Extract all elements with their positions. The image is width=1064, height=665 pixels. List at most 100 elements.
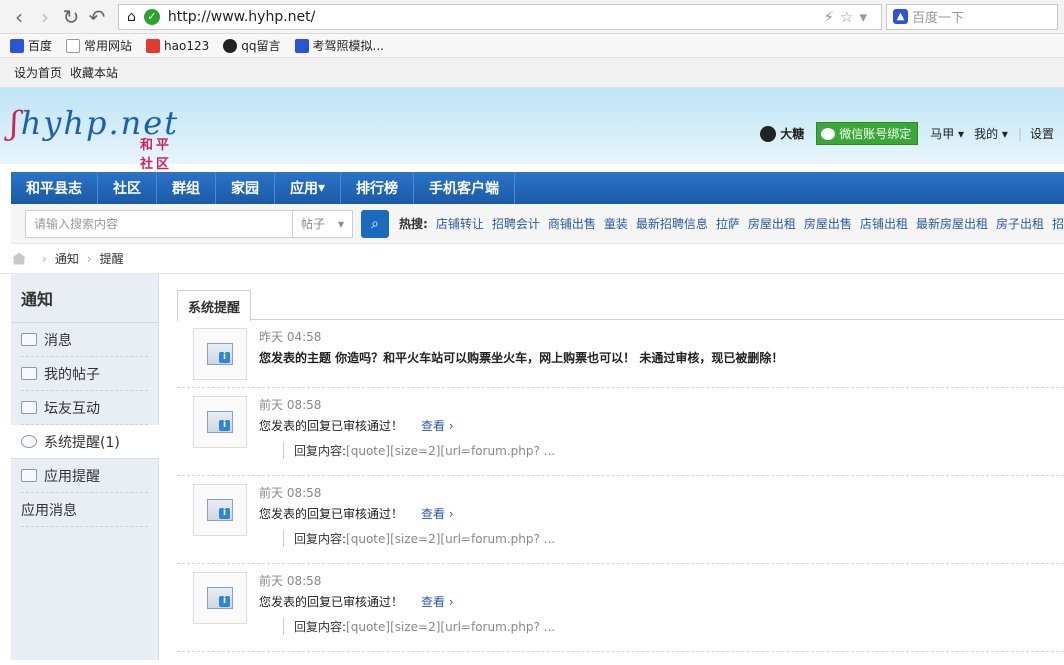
sidebar-item-my-posts[interactable]: 我的帖子 <box>21 357 148 391</box>
star-icon[interactable]: ⚡☆▾ <box>823 8 873 26</box>
view-link[interactable]: 查看 › <box>421 595 454 609</box>
notice-time: 前天 08:58 <box>259 398 322 412</box>
reload-button[interactable]: ↻ <box>58 4 84 30</box>
baidu-paw-icon: ▲ <box>893 9 908 24</box>
settings-link[interactable]: 设置 <box>1030 125 1054 142</box>
bookmark-common[interactable]: 常用网站 <box>66 37 132 54</box>
my-link[interactable]: 我的 ▾ <box>974 125 1008 142</box>
notice-time: 昨天 04:58 <box>259 330 322 344</box>
hot-term[interactable]: 童装 <box>604 215 628 232</box>
breadcrumb-arrow-icon: › <box>42 251 47 266</box>
reply-quote: 回复内容:[quote][size=2][url=forum.php? ... <box>283 618 555 635</box>
view-link[interactable]: 查看 › <box>421 507 454 521</box>
hot-term[interactable]: 招 <box>1052 215 1064 232</box>
envelope-icon <box>21 333 37 346</box>
breadcrumb-arrow-icon: › <box>86 251 92 266</box>
user-area: 大糖 微信账号绑定 马甲 ▾ 我的 ▾ | 设置 <box>760 122 1064 145</box>
breadcrumb-notify[interactable]: 通知 <box>55 250 79 267</box>
bookmark-driving[interactable]: 考驾照模拟... <box>294 37 384 54</box>
sidebar-item-interaction[interactable]: 坛友互动 <box>21 391 148 425</box>
hot-search-label: 热搜: <box>399 217 428 231</box>
system-notice-icon <box>193 484 247 536</box>
notice-text: 您发表的回复已审核通过！ 查看 › <box>259 595 454 609</box>
nav-rankings[interactable]: 排行榜 <box>341 172 415 204</box>
separator: | <box>1017 126 1022 141</box>
url-text[interactable]: http://www.hyhp.net/ <box>168 9 824 25</box>
bookmarks-bar: 百度 常用网站 hao123 qq留言 考驾照模拟... <box>0 34 1064 58</box>
home-icon[interactable]: ⌂ <box>127 9 136 25</box>
page-icon <box>66 38 81 53</box>
bookmark-site-link[interactable]: 收藏本站 <box>70 64 118 81</box>
address-bar[interactable]: ⌂ ✓ http://www.hyhp.net/ ⚡☆▾ <box>118 3 882 30</box>
qq-icon <box>760 125 777 142</box>
home-icon[interactable] <box>12 252 26 265</box>
search-icon: ⌕ <box>371 215 379 232</box>
search-button[interactable]: ⌕ <box>361 209 389 238</box>
sidebar-item-app-reminders[interactable]: 应用提醒 <box>21 459 148 493</box>
gear-icon <box>21 435 37 448</box>
notice-time: 前天 08:58 <box>259 574 322 588</box>
search-input[interactable]: 请输入搜索内容 <box>25 209 293 238</box>
browser-search-box[interactable]: ▲ 百度一下 <box>886 3 1058 30</box>
bookmark-baidu[interactable]: 百度 <box>10 37 52 54</box>
nav-mobile-client[interactable]: 手机客户端 <box>414 172 516 204</box>
notice-item: 昨天 04:58 您发表的主题 你造吗？和平火车站可以购票坐火车，网上购票也可以… <box>177 320 1064 388</box>
main-panel: 系统提醒 昨天 04:58 您发表的主题 你造吗？和平火车站可以购票坐火车，网上… <box>159 274 1064 660</box>
hot-term[interactable]: 商铺出售 <box>548 215 596 232</box>
nav-community[interactable]: 社区 <box>98 172 157 204</box>
hot-term[interactable]: 房屋出售 <box>804 215 852 232</box>
nav-apps[interactable]: 应用 ▾ <box>275 172 342 204</box>
view-link[interactable]: 查看 › <box>421 419 454 433</box>
nav-home[interactable]: 家园 <box>216 172 275 204</box>
wechat-icon <box>821 127 836 140</box>
sidebar-item-messages[interactable]: 消息 <box>21 323 148 357</box>
hot-term[interactable]: 店铺出租 <box>860 215 908 232</box>
hot-term[interactable]: 店铺转让 <box>436 215 484 232</box>
notice-list: 昨天 04:58 您发表的主题 你造吗？和平火车站可以购票坐火车，网上购票也可以… <box>177 320 1064 652</box>
alias-link[interactable]: 马甲 ▾ <box>930 125 964 142</box>
username[interactable]: 大糖 <box>780 125 804 142</box>
breadcrumb: › 通知 › 提醒 <box>0 244 1064 274</box>
bookmark-hao123[interactable]: hao123 <box>146 38 209 53</box>
sidebar-title: 通知 <box>11 274 158 323</box>
back-button[interactable]: ‹ <box>6 4 32 30</box>
forward-button[interactable]: › <box>32 4 58 30</box>
sidebar-item-app-messages[interactable]: 应用消息 <box>21 493 148 527</box>
hot-term[interactable]: 房屋出租 <box>748 215 796 232</box>
paw-icon <box>10 38 24 53</box>
breadcrumb-remind[interactable]: 提醒 <box>100 250 124 267</box>
notice-time: 前天 08:58 <box>259 486 322 500</box>
notice-text: 您发表的主题 你造吗？和平火车站可以购票坐火车，网上购票也可以！ 未通过审核，现… <box>259 351 784 365</box>
undo-button[interactable]: ↶ <box>84 4 110 30</box>
hao123-icon <box>146 38 161 53</box>
sidebar-item-system-reminders[interactable]: 系统提醒(1) <box>11 425 159 459</box>
set-homepage-link[interactable]: 设为首页 <box>14 64 62 81</box>
grid-icon <box>21 469 37 482</box>
hot-term[interactable]: 房子出租 <box>996 215 1044 232</box>
dropdown-arrow-icon: ▾ <box>318 180 326 196</box>
hot-term[interactable]: 最新房屋出租 <box>916 215 988 232</box>
qq-icon <box>223 38 238 53</box>
notice-item: 前天 08:58 您发表的回复已审核通过！查看 › 回复内容:[quote][s… <box>177 388 1064 476</box>
search-type-select[interactable]: 帖子 ▾ <box>293 209 353 238</box>
browser-search-placeholder: 百度一下 <box>912 11 965 26</box>
system-notice-icon <box>193 572 247 624</box>
sidebar: 通知 消息 我的帖子 坛友互动 系统提醒(1) 应用提醒 应用消息 <box>11 274 159 660</box>
site-logo[interactable]: ʃhyhp.net 和平社区 <box>10 104 179 172</box>
nav-groups[interactable]: 群组 <box>157 172 216 204</box>
tab-system-reminders[interactable]: 系统提醒 <box>177 290 252 321</box>
hot-term[interactable]: 拉萨 <box>716 215 740 232</box>
notice-item: 前天 08:58 您发表的回复已审核通过！查看 › 回复内容:[quote][s… <box>177 476 1064 564</box>
notice-text: 您发表的回复已审核通过！ 查看 › <box>259 507 454 521</box>
hot-term[interactable]: 最新招聘信息 <box>636 215 708 232</box>
notice-item: 前天 08:58 您发表的回复已审核通过！查看 › 回复内容:[quote][s… <box>177 564 1064 652</box>
search-row: 请输入搜索内容 帖子 ▾ ⌕ 热搜: 店铺转让 招聘会计 商铺出售 童装 最新招聘… <box>11 204 1064 244</box>
wechat-bind-button[interactable]: 微信账号绑定 <box>816 122 919 145</box>
main-nav: 和平县志 社区 群组 家园 应用 ▾ 排行榜 手机客户端 <box>11 172 1064 204</box>
nav-county-history[interactable]: 和平县志 <box>11 172 98 204</box>
bookmark-qq[interactable]: qq留言 <box>223 37 281 54</box>
hot-term[interactable]: 招聘会计 <box>492 215 540 232</box>
tab-bar: 系统提醒 <box>177 290 1064 321</box>
document-icon <box>21 367 37 380</box>
chevron-down-icon: ▾ <box>337 216 344 231</box>
